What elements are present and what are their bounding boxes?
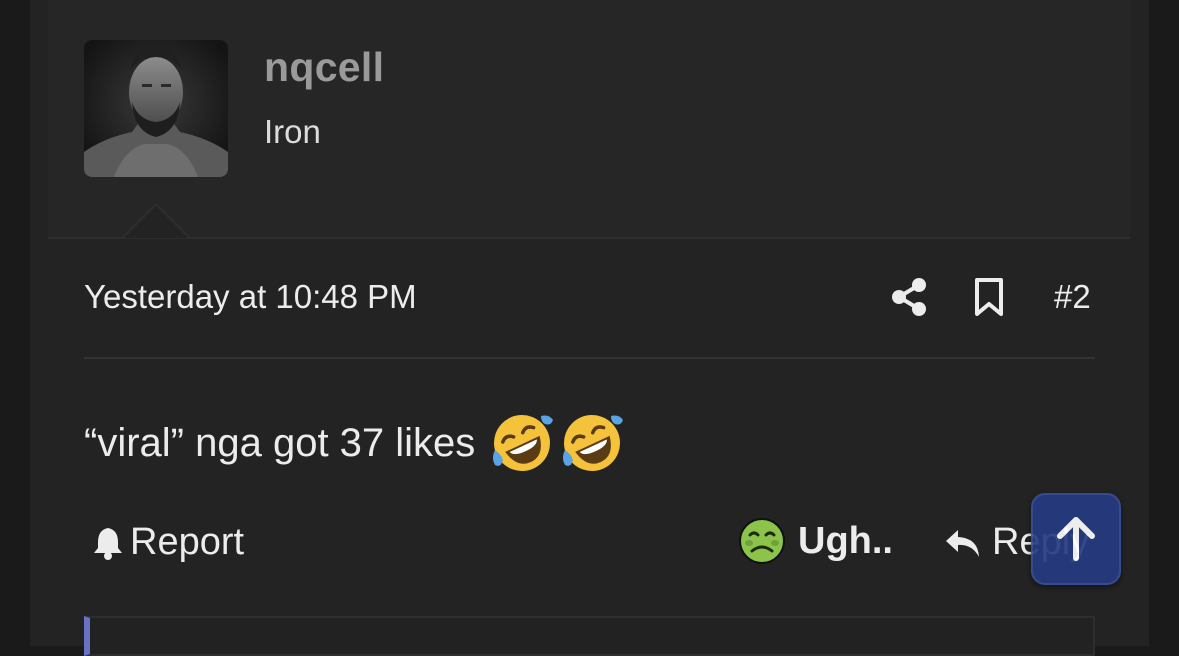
user-avatar[interactable] — [84, 40, 228, 177]
post-number-link[interactable]: #2 — [1054, 278, 1091, 316]
nauseated-face-icon — [739, 518, 785, 564]
report-button[interactable]: Report — [92, 521, 244, 564]
reaction-label: Ugh.. — [798, 519, 893, 562]
reply-icon — [946, 529, 979, 557]
user-title: Iron — [264, 113, 321, 150]
header-arrow-notch-inner — [124, 206, 188, 238]
username[interactable]: nqcell — [264, 44, 384, 91]
meta-divider — [84, 357, 1095, 359]
share-icon[interactable] — [890, 277, 928, 317]
rolling-on-floor-laughing-emoji-icon — [493, 415, 554, 471]
arrow-up-icon — [1057, 517, 1095, 561]
post-body: “viral” nga got 37 likes — [84, 410, 625, 476]
rolling-on-floor-laughing-emoji-icon — [563, 415, 624, 471]
reaction-button[interactable]: Ugh.. — [738, 517, 893, 565]
post-meta-row: Yesterday at 10:48 PM #2 — [84, 273, 1095, 323]
scroll-to-top-button[interactable] — [1031, 493, 1121, 585]
bookmark-icon[interactable] — [972, 277, 1006, 317]
post-actions-bar: Report Ugh.. Reply — [84, 515, 1095, 571]
post-timestamp[interactable]: Yesterday at 10:48 PM — [84, 278, 417, 316]
next-post-quote-block — [84, 616, 1095, 656]
avatar-photo-icon — [84, 40, 228, 177]
post-text: “viral” nga got 37 likes — [84, 420, 476, 465]
bell-icon — [94, 527, 122, 560]
report-label: Report — [130, 521, 245, 563]
